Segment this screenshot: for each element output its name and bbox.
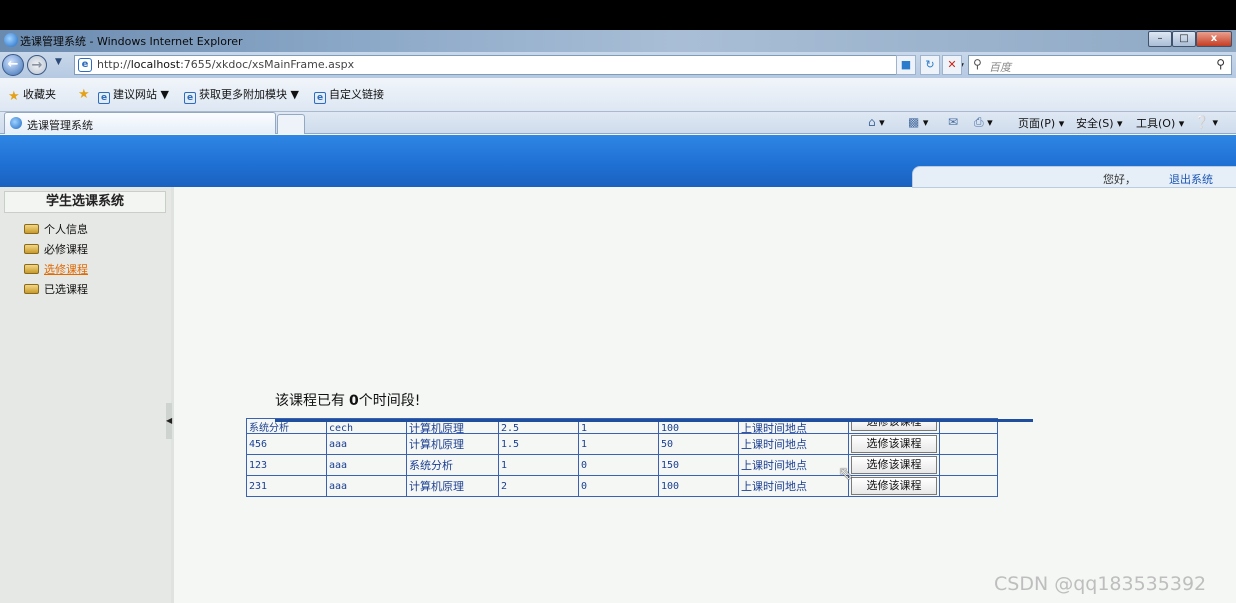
cell-capacity: 50: [658, 433, 739, 455]
address-row: ← → ▼ e http://localhost:7655/xkdoc/xsMa…: [0, 52, 1236, 78]
favorites-bar: ★ 收藏夹 ★ e 建议网站 ▼ e 获取更多附加模块 ▼ e 自定义链接: [0, 78, 1236, 112]
address-input[interactable]: e http://localhost:7655/xkdoc/xsMainFram…: [74, 55, 964, 75]
time-slot-message: 该课程已有 0个时间段!: [275, 393, 421, 409]
safety-menu[interactable]: 安全(S) ▾: [1076, 115, 1123, 131]
sidebar-title-box: 学生选课系统: [4, 191, 166, 213]
table-row: 231 aaa 计算机原理 2 0 100 上课时间地点 选修该课程: [246, 475, 998, 497]
compatibility-view-icon[interactable]: ■: [896, 55, 916, 75]
schedule-link[interactable]: 上课时间地点: [738, 433, 849, 455]
cell-credit: 1: [498, 454, 579, 476]
recent-pages-dropdown[interactable]: ▼: [55, 57, 62, 67]
cell-teacher: aaa: [326, 433, 407, 455]
table-row: 123 aaa 系统分析 1 0 150 上课时间地点 选修该课程: [246, 454, 998, 476]
cell-id: 123: [246, 454, 327, 476]
select-course-button[interactable]: 选修该课程: [851, 435, 937, 453]
cell-action: 选修该课程: [848, 454, 940, 476]
page-icon: e: [78, 58, 92, 72]
refresh-icon[interactable]: ↻: [920, 55, 940, 75]
cell-id: 456: [246, 433, 327, 455]
cell-teacher: aaa: [326, 475, 407, 497]
url-text: http://localhost:7655/xkdoc/xsMainFrame.…: [97, 58, 355, 71]
collapse-sidebar-handle[interactable]: ◀: [166, 403, 172, 439]
sidebar-title: 学生选课系统: [45, 194, 124, 209]
cell-action: 选修该课程: [848, 433, 940, 455]
mouse-cursor: ⬁: [838, 463, 854, 484]
cell-course-name: 计算机原理: [406, 475, 499, 497]
watermark: CSDN @qq183535392: [994, 573, 1207, 595]
sidebar-item-personal-info[interactable]: 个人信息: [24, 221, 88, 237]
sidebar-item-selected-courses[interactable]: 已选课程: [24, 281, 88, 297]
book-icon: [24, 284, 39, 294]
course-table: 系统分析 cech 计算机原理 2.5 1 100 上课时间地点 选修该课程 456 aaa 计算机…: [246, 418, 998, 497]
title-bar: 选课管理系统 - Windows Internet Explorer – □ x: [0, 30, 1236, 52]
sidebar-item-elective-courses[interactable]: 选修课程: [24, 261, 88, 277]
tab-main[interactable]: 选课管理系统: [4, 112, 276, 134]
cell-type: 0: [578, 475, 659, 497]
cell-type: 0: [578, 454, 659, 476]
cell-credit: 2: [498, 475, 579, 497]
minimize-button[interactable]: –: [1148, 31, 1172, 47]
favorites-link-custom[interactable]: e 自定义链接: [314, 86, 384, 104]
select-course-button[interactable]: 选修该课程: [851, 456, 937, 474]
ie-tab-icon: [10, 117, 22, 129]
feeds-icon[interactable]: ▩ ▾: [908, 115, 928, 129]
new-tab-button[interactable]: [277, 114, 305, 134]
cell-course-name: 系统分析: [406, 454, 499, 476]
mail-icon[interactable]: ✉: [948, 115, 958, 129]
favorites-link-addons[interactable]: e 获取更多附加模块 ▼: [184, 86, 299, 104]
favorites-button[interactable]: ★ 收藏夹: [8, 86, 56, 104]
search-placeholder: 百度: [989, 61, 1011, 74]
tools-menu[interactable]: 工具(O) ▾: [1136, 115, 1184, 131]
schedule-link[interactable]: 上课时间地点: [738, 475, 849, 497]
cell-teacher: aaa: [326, 454, 407, 476]
ie-page-icon: e: [98, 92, 110, 104]
ie-page-icon: e: [184, 92, 196, 104]
page-content: 您好， 退出系统 学生选课系统 个人信息 必修课程 选修课程 已选课程 ◀ 该课…: [0, 135, 1236, 603]
cell-capacity: 150: [658, 454, 739, 476]
home-icon[interactable]: ⌂ ▾: [868, 115, 885, 129]
close-button[interactable]: x: [1196, 31, 1232, 47]
cell-capacity: 100: [658, 475, 739, 497]
book-icon: [24, 244, 39, 254]
logout-link[interactable]: 退出系统: [1169, 171, 1213, 187]
cell-credit: 1.5: [498, 433, 579, 455]
add-favorite-icon[interactable]: ★: [78, 86, 93, 102]
ie-page-icon: e: [314, 92, 326, 104]
cell-action: 选修该课程: [848, 475, 940, 497]
favorites-link-suggested[interactable]: e 建议网站 ▼: [98, 86, 169, 104]
print-icon[interactable]: ⎙ ▾: [974, 115, 993, 130]
ie-logo-icon: [4, 33, 18, 47]
cell-type: 1: [578, 433, 659, 455]
search-provider-icon: ⚲: [973, 57, 982, 71]
forward-button[interactable]: →: [27, 55, 47, 75]
cell-course-name: 计算机原理: [406, 433, 499, 455]
cell-empty: [939, 475, 998, 497]
book-icon: [24, 224, 39, 234]
tab-label: 选课管理系统: [27, 119, 93, 132]
window-title: 选课管理系统 - Windows Internet Explorer: [20, 35, 243, 48]
ie-window: 选课管理系统 - Windows Internet Explorer – □ x…: [0, 30, 1236, 603]
sidebar-item-required-courses[interactable]: 必修课程: [24, 241, 88, 257]
cell-id: 231: [246, 475, 327, 497]
select-course-button[interactable]: 选修该课程: [851, 477, 937, 495]
maximize-button[interactable]: □: [1172, 31, 1196, 47]
sidebar: 学生选课系统 个人信息 必修课程 选修课程 已选课程 ◀: [0, 187, 174, 603]
search-input[interactable]: ⚲ 百度 ⚲: [968, 55, 1232, 75]
book-icon: [24, 264, 39, 274]
tab-row: 选课管理系统 ⌂ ▾ ▩ ▾ ✉ ⎙ ▾ 页面(P) ▾ 安全(S) ▾ 工具(…: [0, 112, 1236, 134]
back-button[interactable]: ←: [2, 54, 24, 76]
greeting-text: 您好，: [1103, 173, 1136, 186]
stop-icon[interactable]: ✕: [942, 55, 962, 75]
popup-edge: [275, 419, 1033, 422]
user-strip: 您好， 退出系统: [912, 166, 1236, 188]
search-icon[interactable]: ⚲: [1216, 57, 1225, 71]
page-menu[interactable]: 页面(P) ▾: [1018, 115, 1064, 131]
table-row: 456 aaa 计算机原理 1.5 1 50 上课时间地点 选修该课程: [246, 433, 998, 455]
schedule-link[interactable]: 上课时间地点: [738, 454, 849, 476]
star-icon: ★: [8, 89, 20, 104]
help-icon[interactable]: ❔ ▾: [1194, 115, 1218, 129]
cell-empty: [939, 454, 998, 476]
cell-empty: [939, 433, 998, 455]
